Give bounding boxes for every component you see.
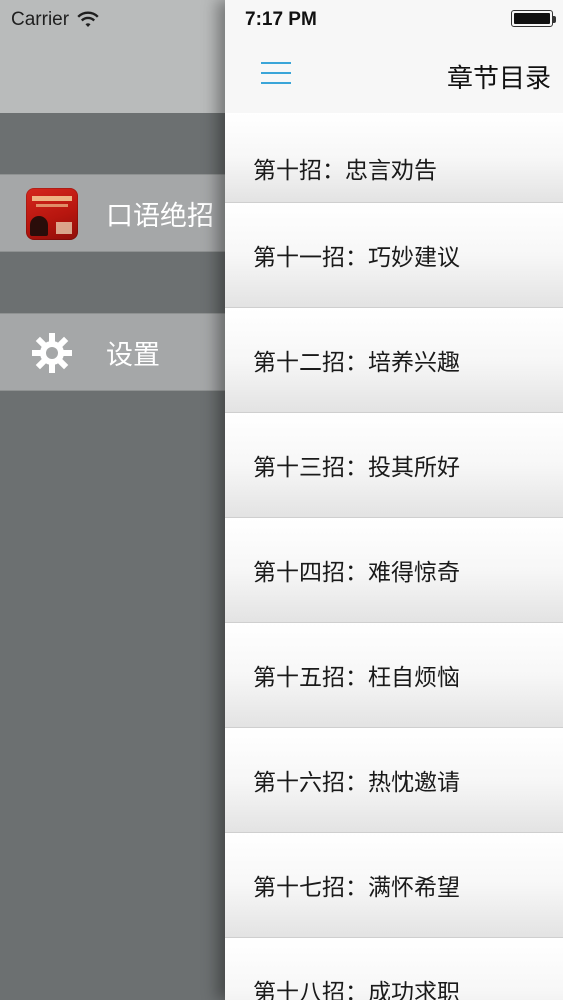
page-title: 章节目录 (447, 64, 552, 94)
status-time: 7:17 PM (245, 9, 317, 30)
drawer-item-settings[interactable]: 设置 (0, 313, 225, 391)
navigation-bar: 7:17 PM 章节目录 (225, 0, 563, 114)
list-item[interactable]: 第十二招：培养兴趣 (225, 308, 563, 413)
list-item[interactable]: 第十一招：巧妙建议 (225, 203, 563, 308)
app-logo-icon (26, 188, 78, 240)
chapter-label: 第十四招：难得惊奇 (253, 560, 460, 586)
list-item[interactable]: 第十八招：成功求职 (225, 938, 563, 1000)
main-panel: 7:17 PM 章节目录 第十招：忠言劝告 第十一招：巧妙建议 第十二招：培养兴… (225, 0, 563, 1000)
chapter-label: 第十五招：枉自烦恼 (253, 665, 460, 691)
side-drawer: Carrier 口语绝招 设置 (0, 0, 225, 1000)
list-item[interactable]: 第十七招：满怀希望 (225, 833, 563, 938)
chapter-label: 第十七招：满怀希望 (253, 875, 460, 901)
drawer-item-app[interactable]: 口语绝招 (0, 174, 225, 252)
list-item[interactable]: 第十四招：难得惊奇 (225, 518, 563, 623)
gear-icon (32, 333, 72, 373)
chapter-label: 第十招：忠言劝告 (253, 158, 437, 184)
chapter-label: 第十六招：热忱邀请 (253, 770, 460, 796)
chapter-label: 第十二招：培养兴趣 (253, 350, 460, 376)
list-item[interactable]: 第十三招：投其所好 (225, 413, 563, 518)
wifi-icon (77, 11, 99, 27)
chapter-label: 第十八招：成功求职 (253, 980, 460, 1000)
drawer-header: Carrier (0, 0, 225, 113)
hamburger-menu-icon[interactable] (261, 62, 291, 84)
carrier-label: Carrier (11, 9, 70, 30)
drawer-item-label: 口语绝招 (106, 200, 214, 232)
chapter-label: 第十一招：巧妙建议 (253, 245, 460, 271)
list-item[interactable]: 第十六招：热忱邀请 (225, 728, 563, 833)
list-item[interactable]: 第十招：忠言劝告 (225, 113, 563, 203)
drawer-item-label: 设置 (106, 339, 160, 371)
carrier-status: Carrier (11, 6, 99, 34)
battery-icon (511, 10, 556, 27)
chapter-list: 第十招：忠言劝告 第十一招：巧妙建议 第十二招：培养兴趣 第十三招：投其所好 第… (225, 113, 563, 1000)
list-item[interactable]: 第十五招：枉自烦恼 (225, 623, 563, 728)
chapter-label: 第十三招：投其所好 (253, 455, 460, 481)
